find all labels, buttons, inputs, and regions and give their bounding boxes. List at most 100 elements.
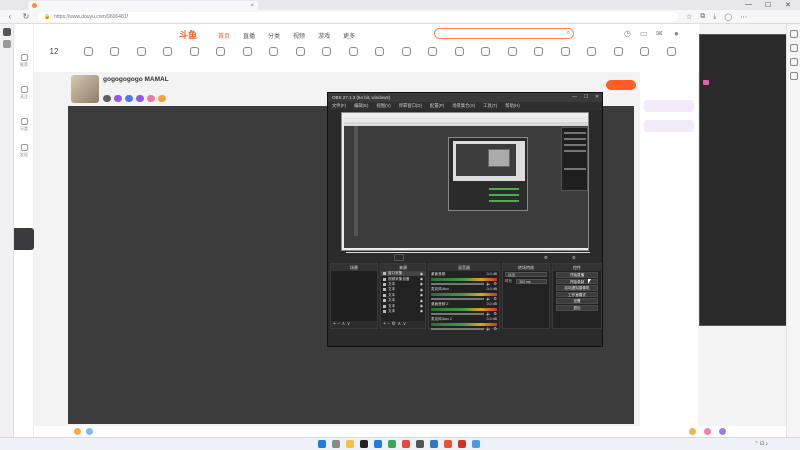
category-item[interactable] xyxy=(315,47,339,58)
streamer-badge[interactable] xyxy=(147,95,155,102)
system-tray[interactable]: ⌃ ⊡ ♪ xyxy=(754,441,768,447)
nav-video[interactable]: 视频 xyxy=(293,31,305,40)
download-app-icon[interactable]: ▭ xyxy=(640,29,648,38)
app-icon[interactable] xyxy=(416,440,424,448)
category-item[interactable] xyxy=(580,47,604,58)
close-button[interactable]: ✕ xyxy=(785,1,791,9)
back-icon[interactable]: ‹ xyxy=(6,12,14,21)
obs-control-button[interactable]: 退出 xyxy=(556,304,598,311)
duration-input[interactable]: 300 ms xyxy=(516,279,547,284)
visibility-icon[interactable]: ◉ xyxy=(420,277,425,281)
left-nav-discover[interactable]: 发现 xyxy=(14,144,34,158)
source-settings-icon[interactable]: ⚙ xyxy=(392,321,396,327)
properties-icon[interactable]: ⚙ xyxy=(544,255,548,261)
speaker-icon[interactable]: 🔈 xyxy=(486,281,491,286)
profile-icon[interactable]: ◯ xyxy=(724,13,732,21)
volume-slider[interactable] xyxy=(431,298,485,300)
obs-control-button[interactable]: 设置 xyxy=(556,298,598,304)
category-item[interactable] xyxy=(659,47,683,58)
site-logo[interactable]: 斗鱼 xyxy=(179,28,197,41)
left-nav-follow[interactable]: 关注 xyxy=(14,86,34,100)
gift-icon[interactable] xyxy=(689,428,696,435)
streamer-badge[interactable] xyxy=(103,95,111,102)
visibility-icon[interactable]: ◉ xyxy=(420,272,425,276)
obs-menu-item[interactable]: 文件(F) xyxy=(332,103,346,109)
refresh-icon[interactable]: ↻ xyxy=(22,12,30,21)
streamer-badge[interactable] xyxy=(125,95,133,102)
file-explorer-icon[interactable] xyxy=(346,440,354,448)
source-item[interactable]: 文本 ◉ xyxy=(381,309,425,314)
app-icon[interactable] xyxy=(430,440,438,448)
app-icon[interactable] xyxy=(444,440,452,448)
obs-control-button[interactable]: 开始录制 xyxy=(556,278,598,285)
collapse-handle[interactable] xyxy=(14,228,34,250)
app-icon[interactable] xyxy=(402,440,410,448)
download-icon[interactable]: ⤓ xyxy=(713,13,716,21)
gear-icon[interactable]: ⚙ xyxy=(493,311,497,316)
move-up-icon[interactable]: ∧ xyxy=(398,321,402,327)
gift-banner[interactable] xyxy=(644,120,694,132)
browser-tab[interactable]: × xyxy=(28,1,258,10)
volume-slider[interactable] xyxy=(431,328,485,330)
start-icon[interactable] xyxy=(318,440,326,448)
category-item[interactable] xyxy=(368,47,392,58)
filter-icon[interactable] xyxy=(394,254,404,261)
move-down-icon[interactable]: ∨ xyxy=(403,321,407,327)
category-item[interactable] xyxy=(76,47,100,58)
user-avatar-icon[interactable]: ● xyxy=(674,29,679,38)
move-down-icon[interactable]: ∨ xyxy=(347,321,351,327)
visibility-icon[interactable]: ◉ xyxy=(420,293,425,297)
search-icon[interactable] xyxy=(332,440,340,448)
obs-control-button[interactable]: 开始直播 xyxy=(556,272,598,278)
streamer-badge[interactable] xyxy=(158,95,166,102)
nav-live[interactable]: 直播 xyxy=(243,31,255,40)
remove-scene-icon[interactable]: − xyxy=(337,321,340,327)
category-item[interactable] xyxy=(447,47,471,58)
obs-close-button[interactable]: ✕ xyxy=(595,94,599,100)
category-count[interactable]: 12 xyxy=(42,47,66,56)
obs-menu-item[interactable]: 配置(P) xyxy=(430,103,444,109)
nav-home[interactable]: 首页 xyxy=(218,31,230,40)
visibility-icon[interactable]: ◉ xyxy=(420,304,425,308)
obs-control-button[interactable]: 工作室模式 xyxy=(556,291,598,298)
move-up-icon[interactable]: ∧ xyxy=(342,321,346,327)
gear-icon[interactable]: ⚙ xyxy=(493,281,497,286)
tools-icon[interactable] xyxy=(790,58,798,66)
category-item[interactable] xyxy=(262,47,286,58)
volume-slider[interactable] xyxy=(431,283,485,285)
obs-maximize-button[interactable]: ☐ xyxy=(584,94,588,100)
obs-taskbar-icon[interactable] xyxy=(360,440,368,448)
left-nav-recommend[interactable]: 推荐 xyxy=(14,54,34,68)
streamer-badge[interactable] xyxy=(114,95,122,102)
app-icon[interactable] xyxy=(472,440,480,448)
tab-close-icon[interactable]: × xyxy=(250,3,254,9)
visibility-icon[interactable]: ◉ xyxy=(420,309,425,313)
gift-icon[interactable] xyxy=(704,428,711,435)
visibility-icon[interactable]: ◉ xyxy=(420,288,425,292)
category-item[interactable] xyxy=(500,47,524,58)
speaker-icon[interactable]: 🔈 xyxy=(486,311,491,316)
category-item[interactable] xyxy=(394,47,418,58)
visibility-icon[interactable]: ◉ xyxy=(420,299,425,303)
sidebar-app-icon[interactable] xyxy=(3,40,11,48)
address-bar[interactable]: 🔒 https://www.douyu.com/9606481/ xyxy=(38,11,678,22)
wechat-icon[interactable] xyxy=(388,440,396,448)
category-item[interactable] xyxy=(182,47,206,58)
history-icon[interactable]: ◷ xyxy=(624,29,631,38)
category-item[interactable] xyxy=(633,47,657,58)
remove-source-icon[interactable]: − xyxy=(387,321,390,327)
obs-preview[interactable] xyxy=(341,112,590,255)
speaker-icon[interactable]: 🔈 xyxy=(486,326,491,331)
app-icon[interactable] xyxy=(458,440,466,448)
category-item[interactable] xyxy=(341,47,365,58)
category-item[interactable] xyxy=(527,47,551,58)
category-item[interactable] xyxy=(421,47,445,58)
category-item[interactable] xyxy=(103,47,127,58)
emoji-icon[interactable] xyxy=(74,428,81,435)
obs-menu-item[interactable]: 场景集合(S) xyxy=(452,103,475,109)
sidebar-tiktok-icon[interactable] xyxy=(3,28,11,36)
category-item[interactable] xyxy=(553,47,577,58)
gear-icon[interactable]: ⚙ xyxy=(493,296,497,301)
add-scene-icon[interactable]: + xyxy=(333,321,336,327)
obs-menu-item[interactable]: 视图(V) xyxy=(376,103,390,109)
